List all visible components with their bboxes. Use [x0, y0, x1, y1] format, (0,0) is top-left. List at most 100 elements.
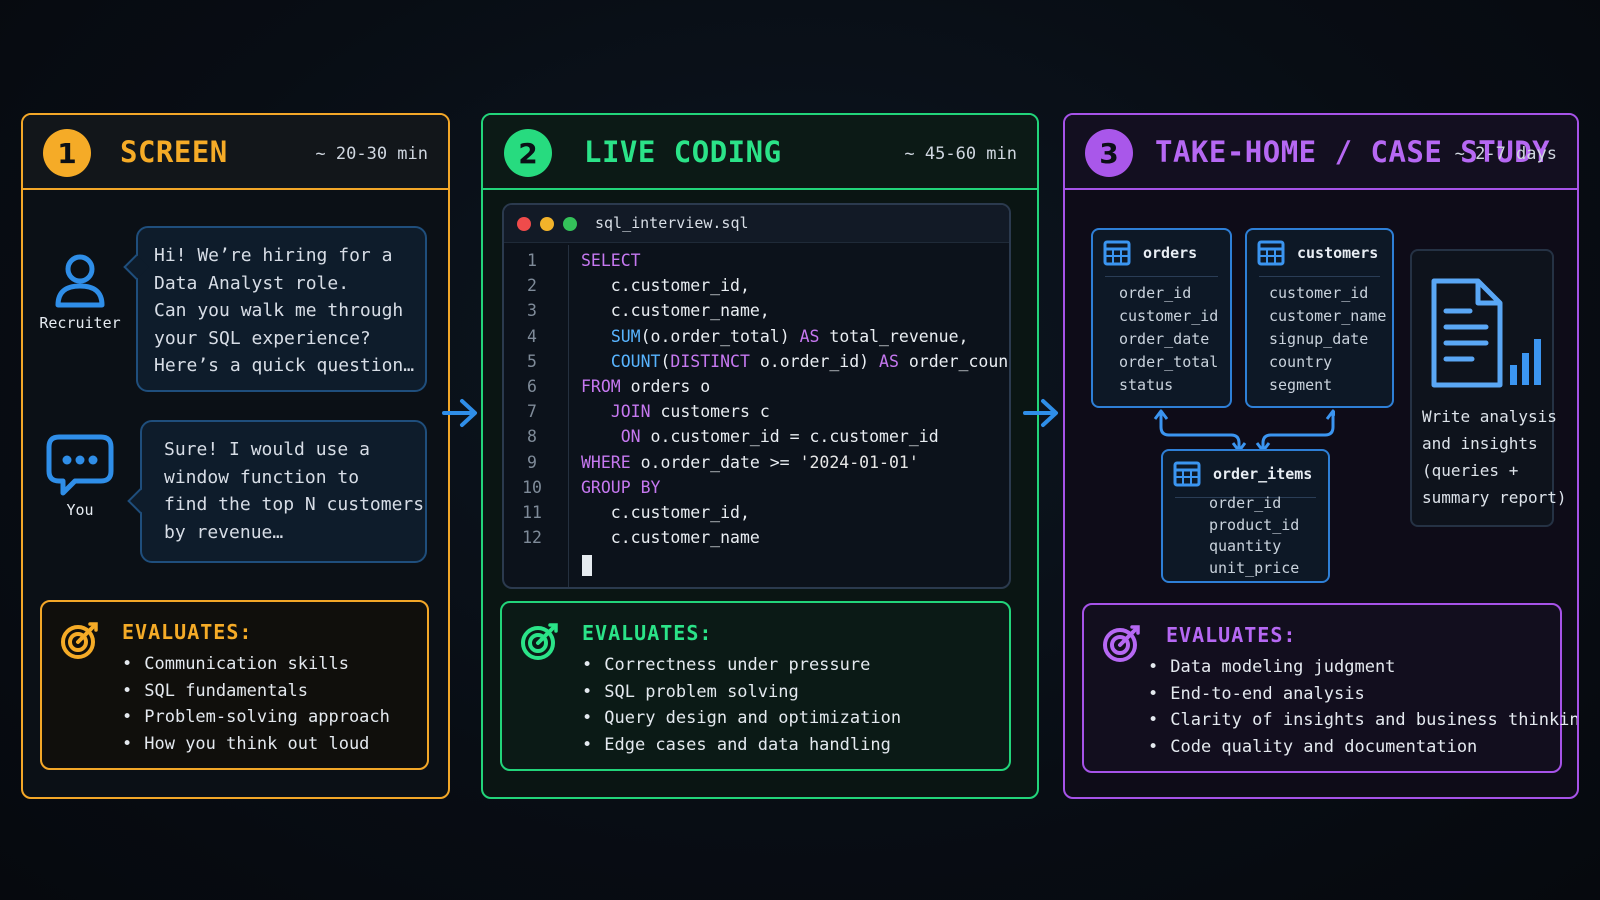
table-field: order_id — [1209, 494, 1282, 512]
table-fields: order_id customer_id order_date order_to… — [1119, 282, 1218, 397]
line-number: 6 — [527, 377, 537, 396]
code-line: 8 ON o.customer_id = c.customer_id — [504, 427, 1009, 452]
report-card: Write analysis and insights (queries + s… — [1410, 249, 1567, 527]
recruiter-actor: Recruiter — [35, 250, 125, 332]
code-token: order_count — [898, 351, 1011, 371]
table-field: order_date — [1119, 330, 1210, 348]
minimize-dot-icon[interactable] — [540, 217, 554, 231]
screen-stage-panel: 1 SCREEN ~ 20-30 min Recruiter Hi! We’re… — [21, 113, 450, 799]
code-token: SUM — [610, 326, 641, 346]
target-icon — [61, 622, 98, 659]
report-caption: Write analysis and insights (queries + s… — [1422, 403, 1567, 511]
evaluates-title: EVALUATES: — [582, 621, 713, 645]
code-token: AS — [879, 351, 899, 371]
evaluates-list: Correctness under pressure SQL problem s… — [582, 652, 901, 758]
code-token: total_revenue, — [819, 326, 969, 346]
code-line: 3 c.customer_name, — [504, 301, 1009, 326]
message-line: window function to — [164, 466, 360, 488]
orders-table: orders order_id customer_id order_date o… — [1091, 228, 1232, 408]
table-icon — [1173, 461, 1201, 487]
code-line: 12 c.customer_name — [504, 528, 1009, 553]
table-header: customers — [1247, 230, 1392, 274]
evaluates-item: Communication skills — [122, 651, 390, 678]
code-token: customers c — [650, 402, 770, 422]
code-token: AS — [799, 326, 820, 346]
evaluates-item: End-to-end analysis — [1148, 681, 1577, 708]
table-name: order_items — [1213, 465, 1313, 483]
evaluates-item: Clarity of insights and business thinkin… — [1148, 707, 1577, 734]
take-home-stage-panel: 3 TAKE-HOME / CASE STUDY ~ 2-7 days orde… — [1063, 113, 1579, 799]
table-fields: customer_id customer_name signup_date co… — [1269, 282, 1386, 397]
code-token: FROM — [581, 377, 621, 396]
evaluates-item: Correctness under pressure — [582, 652, 901, 679]
take-home-stage-header: 3 TAKE-HOME / CASE STUDY ~ 2-7 days — [1065, 115, 1577, 190]
chat-bubble-icon — [46, 434, 114, 496]
table-header: order_items — [1163, 451, 1328, 495]
person-icon — [55, 254, 105, 308]
code-text: FROM orders o — [581, 377, 710, 396]
message-line: your SQL experience? — [154, 327, 371, 349]
line-number: 1 — [527, 251, 537, 270]
live-coding-evaluates-box: EVALUATES: Correctness under pressure SQ… — [500, 601, 1011, 771]
table-fields: order_id product_id quantity unit_price — [1209, 493, 1299, 579]
stage-title: SCREEN — [120, 135, 228, 169]
code-token: ON — [620, 427, 641, 447]
text-cursor — [582, 555, 592, 576]
recruiter-label: Recruiter — [39, 314, 121, 332]
target-icon — [1103, 625, 1140, 662]
code-text: c.customer_name, — [581, 301, 770, 320]
table-field: country — [1269, 353, 1333, 371]
evaluates-list: Communication skills SQL fundamentals Pr… — [122, 651, 390, 757]
code-text: WHERE o.order_date >= '2024-01-01' — [581, 453, 919, 472]
recruiter-message-bubble: Hi! We’re hiring for a Data Analyst role… — [123, 226, 427, 392]
stage-number-badge: 3 — [1085, 129, 1133, 177]
code-line: 4 SUM(o.order_total) AS total_revenue, — [504, 327, 1009, 352]
code-token: '2024-01-01' — [799, 452, 919, 472]
evaluates-item: Problem-solving approach — [122, 704, 390, 731]
message-line: by revenue… — [164, 521, 284, 543]
code-text: c.customer_id, — [581, 503, 750, 522]
line-number: 7 — [527, 402, 537, 422]
evaluates-item: SQL fundamentals — [122, 678, 390, 705]
code-text: GROUP BY — [581, 478, 660, 497]
line-number: 10 — [522, 477, 542, 497]
line-number: 4 — [527, 326, 537, 346]
close-dot-icon[interactable] — [517, 217, 531, 231]
code-token: COUNT — [610, 351, 661, 371]
code-token: c.customer_name — [581, 528, 760, 548]
code-token: JOIN — [610, 402, 651, 422]
code-text: JOIN customers c — [581, 402, 770, 421]
stage-number-badge: 1 — [43, 129, 91, 177]
table-field: status — [1119, 376, 1174, 394]
code-token: o.order_id) — [749, 351, 880, 371]
table-field: order_id — [1119, 284, 1192, 302]
line-number: 12 — [522, 528, 542, 548]
code-text: COUNT(DISTINCT o.order_id) AS order_coun… — [581, 351, 1011, 371]
you-actor: You — [35, 433, 125, 519]
code-line: 10 GROUP BY — [504, 478, 1009, 503]
table-divider — [1105, 276, 1218, 277]
stage-number-badge: 2 — [504, 129, 552, 177]
arrow-right-icon — [1023, 399, 1058, 427]
maximize-dot-icon[interactable] — [563, 217, 577, 231]
code-text: c.customer_id, — [581, 276, 750, 295]
bubble-tail — [127, 488, 153, 514]
editor-title-bar: sql_interview.sql — [504, 205, 1009, 243]
code-token: ( — [660, 351, 671, 371]
table-field: order_total — [1119, 353, 1219, 371]
you-message-bubble: Sure! I would use a window function to f… — [127, 420, 427, 563]
table-divider — [1259, 276, 1380, 277]
code-editor: sql_interview.sql 1 SELECT 2 c.customer_id… — [502, 203, 1011, 589]
stage-duration: ~ 20-30 min — [315, 144, 428, 164]
code-line: 9 WHERE o.order_date >= '2024-01-01' — [504, 453, 1009, 478]
report-line: and insights — [1422, 434, 1538, 453]
evaluates-item: Data modeling judgment — [1148, 654, 1577, 681]
message-line: Can you walk me through — [154, 300, 404, 321]
code-token: DISTINCT — [670, 351, 750, 371]
code-token: o.customer_id = c.customer_id — [640, 427, 939, 447]
table-field: unit_price — [1209, 558, 1300, 577]
evaluates-title: EVALUATES: — [1166, 623, 1297, 647]
